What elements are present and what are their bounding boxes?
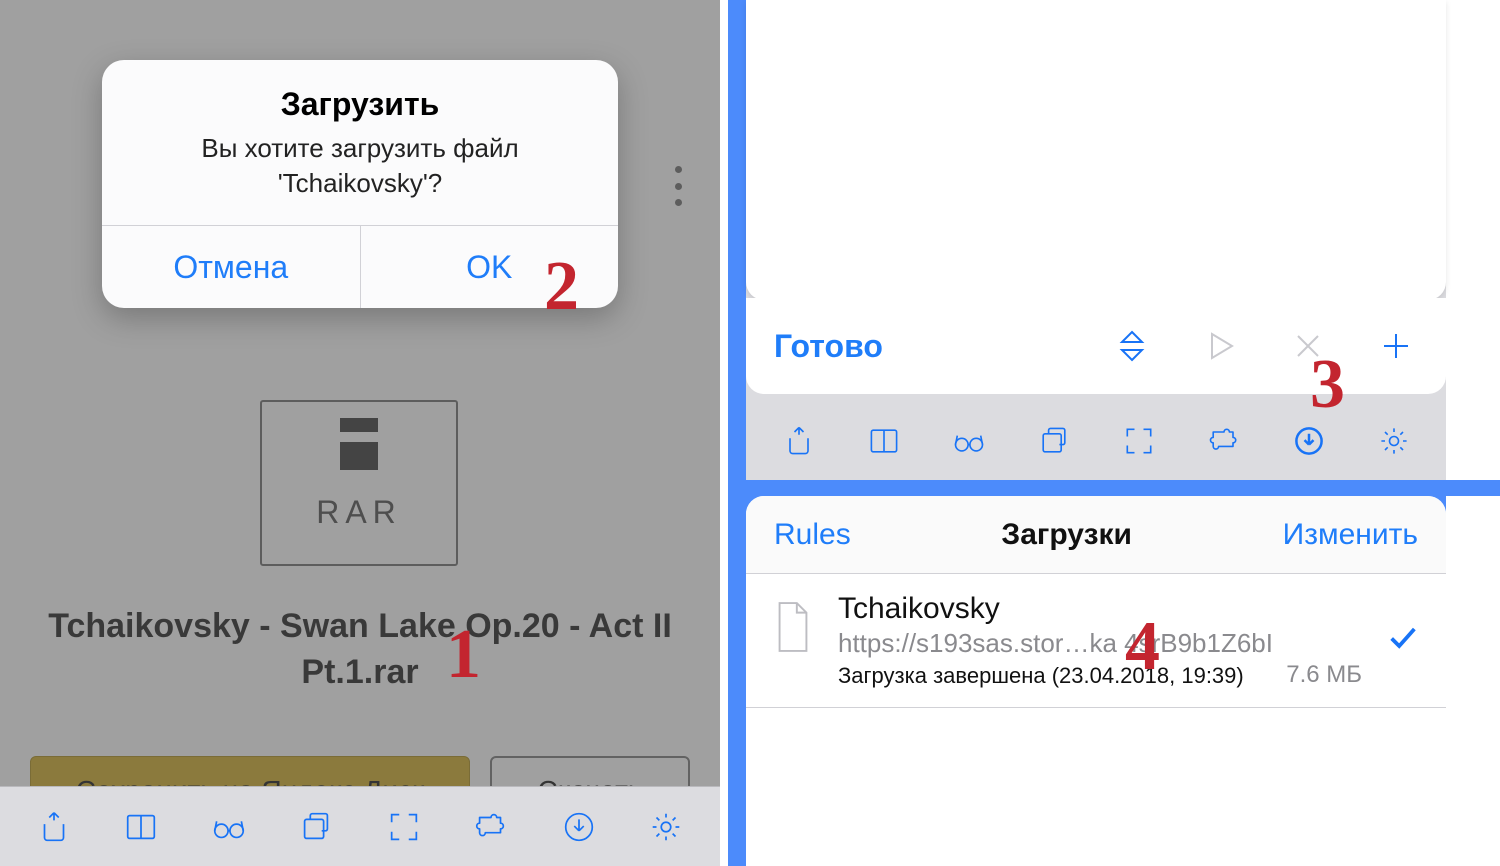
puzzle-icon[interactable]	[471, 807, 511, 847]
fullscreen-icon[interactable]	[1119, 421, 1159, 461]
book-icon[interactable]	[121, 807, 161, 847]
sort-icon[interactable]	[1110, 324, 1154, 368]
book-icon[interactable]	[864, 421, 904, 461]
gear-icon[interactable]	[646, 807, 686, 847]
alert-cancel-button[interactable]: Отмена	[102, 226, 360, 308]
step-annotation-4: 4	[1125, 612, 1160, 682]
left-screen: RAR Tchaikovsky - Swan Lake Op.20 - Act …	[0, 0, 728, 866]
download-circle-icon[interactable]	[1289, 421, 1329, 461]
step-annotation-1: 1	[446, 620, 481, 690]
alert-title: Загрузить	[132, 86, 588, 123]
alert-ok-button[interactable]: OK	[360, 226, 619, 308]
edit-button[interactable]: Изменить	[1283, 518, 1418, 552]
fullscreen-icon[interactable]	[384, 807, 424, 847]
step-annotation-3: 3	[1310, 350, 1345, 420]
download-item-size: 7.6 МБ	[1286, 661, 1362, 689]
file-icon	[770, 598, 816, 656]
rules-button[interactable]: Rules	[774, 518, 851, 552]
left-bottom-toolbar	[0, 786, 720, 866]
play-icon[interactable]	[1198, 324, 1242, 368]
puzzle-icon[interactable]	[1204, 421, 1244, 461]
share-icon[interactable]	[34, 807, 74, 847]
check-icon	[1386, 621, 1420, 660]
alert-message: Вы хотите загрузить файл 'Tchaikovsky'?	[132, 131, 588, 201]
download-item-row[interactable]: Tchaikovsky https://s193sas.stor…ka 4srB…	[746, 574, 1446, 708]
share-icon[interactable]	[779, 421, 819, 461]
download-alert: Загрузить Вы хотите загрузить файл 'Tcha…	[102, 60, 618, 308]
step-annotation-2: 2	[544, 252, 579, 322]
tabs-icon[interactable]	[296, 807, 336, 847]
download-circle-icon[interactable]	[559, 807, 599, 847]
gear-icon[interactable]	[1374, 421, 1414, 461]
glasses-icon[interactable]	[209, 807, 249, 847]
done-button[interactable]: Готово	[774, 328, 883, 365]
downloads-screen: Rules Загрузки Изменить Tchaikovsky http…	[746, 496, 1446, 866]
downloads-header: Rules Загрузки Изменить	[746, 496, 1446, 574]
right-top-sheet	[746, 0, 1446, 300]
glasses-icon[interactable]	[949, 421, 989, 461]
tabs-icon[interactable]	[1034, 421, 1074, 461]
right-edge-strip	[1446, 0, 1500, 866]
plus-icon[interactable]	[1374, 324, 1418, 368]
vertical-separator	[728, 0, 746, 866]
downloads-title: Загрузки	[1001, 518, 1132, 552]
horizontal-separator	[746, 480, 1500, 496]
